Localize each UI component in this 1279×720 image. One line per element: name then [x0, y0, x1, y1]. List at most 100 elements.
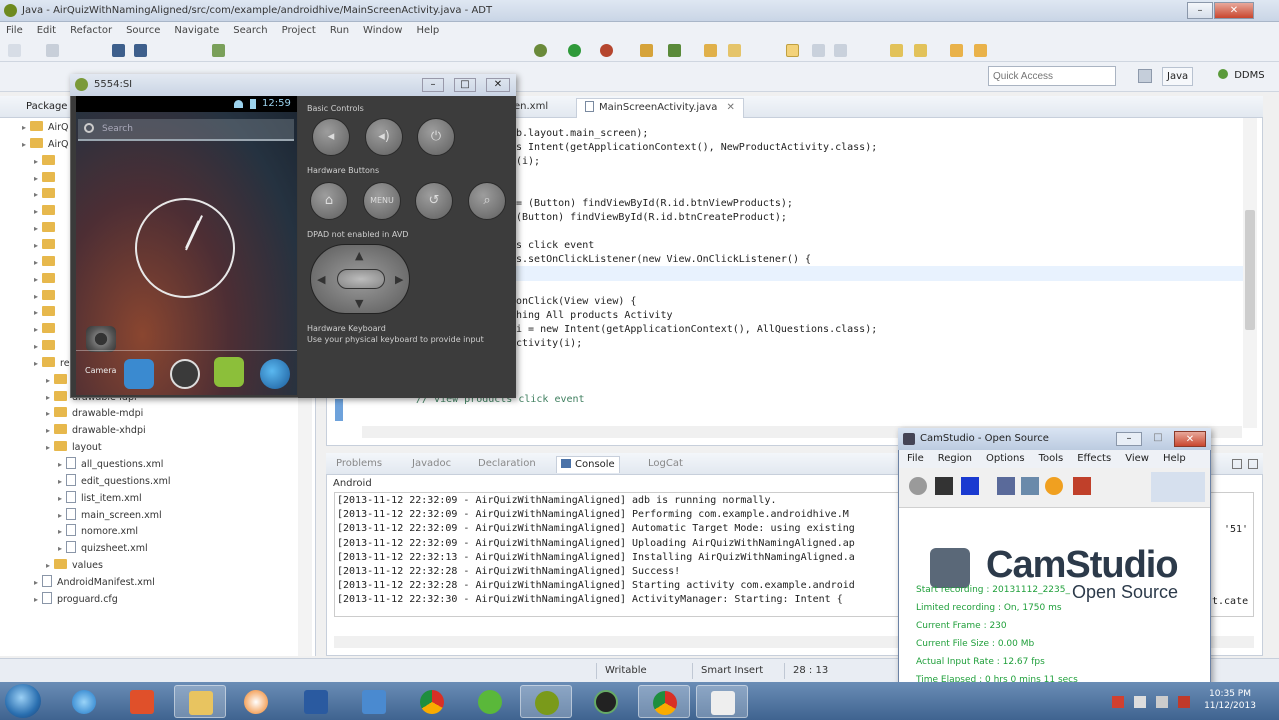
stop-icon[interactable] [961, 477, 979, 495]
tree-toggle-icon[interactable]: ▸ [34, 289, 42, 305]
dpad-center-button[interactable] [337, 269, 385, 289]
tree-toggle-icon[interactable]: ▸ [46, 440, 54, 456]
tree-row[interactable]: ▸ layout [46, 440, 102, 456]
tree-toggle-icon[interactable]: ▸ [34, 272, 42, 288]
tree-row[interactable]: ▸ [34, 171, 60, 187]
run-icon[interactable] [568, 44, 581, 57]
tree-toggle-icon[interactable]: ▸ [34, 221, 42, 237]
tree-toggle-icon[interactable]: ▸ [58, 524, 66, 540]
dpad-up-icon[interactable]: ▲ [355, 249, 363, 262]
taskbar-network[interactable] [348, 685, 400, 718]
tree-row[interactable]: ▸ quizsheet.xml [58, 541, 148, 557]
cam-menu-view[interactable]: View [1125, 450, 1149, 468]
tree-toggle-icon[interactable]: ▸ [46, 406, 54, 422]
menu-source[interactable]: Source [126, 22, 160, 40]
tree-row[interactable]: ▸ [34, 221, 60, 237]
tree-toggle-icon[interactable]: ▸ [34, 322, 42, 338]
camera-icon[interactable] [86, 326, 116, 352]
export-icon[interactable] [134, 44, 147, 57]
minimize-button[interactable]: – [1187, 2, 1213, 19]
whitespace-icon[interactable] [834, 44, 847, 57]
pencil-icon[interactable] [728, 44, 741, 57]
contacts-icon[interactable] [124, 359, 154, 389]
tree-row[interactable]: ▸ edit_questions.xml [58, 473, 171, 490]
system-clock[interactable]: 10:35 PM 11/12/2013 [1200, 688, 1260, 712]
open-perspective-icon[interactable] [1138, 69, 1152, 83]
dpad-left-icon[interactable]: ◀ [317, 273, 325, 286]
close-tab-icon[interactable]: ✕ [727, 102, 735, 113]
tree-row[interactable]: ▸ [34, 272, 60, 288]
menu-run[interactable]: Run [330, 22, 349, 40]
tray-volume-icon[interactable] [1156, 696, 1168, 708]
dpad-control[interactable]: ▲ ▼ ◀ ▶ [310, 244, 410, 314]
next-annotation-icon[interactable] [890, 44, 903, 57]
tree-toggle-icon[interactable]: ▸ [46, 558, 54, 574]
cam-menu-options[interactable]: Options [986, 450, 1025, 468]
messaging-icon[interactable] [214, 357, 244, 387]
tree-row[interactable]: ▸ AndroidManifest.xml [34, 574, 155, 591]
tree-row[interactable]: ▸ [34, 289, 60, 305]
annotation-icon[interactable] [1021, 477, 1039, 495]
tree-toggle-icon[interactable]: ▸ [34, 356, 42, 372]
tree-toggle-icon[interactable]: ▸ [34, 154, 42, 170]
cam-menu-effects[interactable]: Effects [1077, 450, 1111, 468]
tree-toggle-icon[interactable]: ▸ [58, 457, 66, 473]
block-selection-icon[interactable] [812, 44, 825, 57]
tray-camstudio-icon[interactable] [1178, 696, 1190, 708]
menu-file[interactable]: File [6, 22, 23, 40]
prev-annotation-icon[interactable] [914, 44, 927, 57]
menu-refactor[interactable]: Refactor [70, 22, 112, 40]
emulator-minimize-button[interactable]: – [422, 78, 444, 92]
tab-main-screen-activity[interactable]: MainScreenActivity.java ✕ [576, 98, 744, 118]
tree-row[interactable]: ▸ all_questions.xml [58, 457, 163, 473]
taskbar-eclipse[interactable] [520, 685, 572, 718]
menu-project[interactable]: Project [282, 22, 316, 40]
console-minimize-icon[interactable] [1232, 459, 1242, 469]
menu-help[interactable]: Help [416, 22, 439, 40]
tab-console[interactable]: Console [556, 456, 620, 473]
tree-toggle-icon[interactable]: ▸ [46, 373, 54, 389]
tree-toggle-icon[interactable]: ▸ [46, 423, 54, 439]
tree-toggle-icon[interactable]: ▸ [34, 305, 42, 321]
tree-row[interactable]: ▸ AirQ [22, 137, 69, 153]
menu-window[interactable]: Window [363, 22, 402, 40]
back-button[interactable]: ↺ [415, 182, 453, 220]
cam-menu-region[interactable]: Region [938, 450, 972, 468]
back-icon[interactable] [950, 44, 963, 57]
volume-up-button[interactable]: ◂) [365, 118, 403, 156]
tray-network-icon[interactable] [1134, 696, 1146, 708]
tree-toggle-icon[interactable]: ▸ [58, 474, 66, 490]
tree-row[interactable]: ▸ drawable-xhdpi [46, 423, 146, 439]
tree-toggle-icon[interactable]: ▸ [34, 171, 42, 187]
tree-row[interactable]: ▸ list_item.xml [58, 490, 142, 507]
mark-occurrences-icon[interactable] [786, 44, 799, 57]
tree-row[interactable]: ▸ [34, 238, 60, 254]
perspective-java[interactable]: Java [1162, 67, 1194, 86]
tree-row[interactable]: ▸ [34, 339, 60, 355]
cam-menu-help[interactable]: Help [1163, 450, 1186, 468]
tree-toggle-icon[interactable]: ▸ [34, 339, 42, 355]
emulator-close-button[interactable]: ✕ [486, 78, 510, 92]
power-button[interactable]: ⏻ [417, 118, 455, 156]
code-area[interactable]: b.layout.main_screen); s Intent(getApplic… [416, 127, 1236, 427]
tab-logcat[interactable]: LogCat [644, 456, 687, 472]
tree-toggle-icon[interactable]: ▸ [34, 187, 42, 203]
camstudio-maximize-button[interactable]: □ [1148, 432, 1168, 446]
camstudio-minimize-button[interactable]: – [1116, 432, 1142, 446]
home-button[interactable]: ⌂ [310, 182, 348, 220]
tree-toggle-icon[interactable]: ▸ [34, 255, 42, 271]
taskbar-chrome[interactable] [406, 685, 458, 718]
taskbar-mail[interactable] [290, 685, 342, 718]
debug-icon[interactable] [534, 44, 547, 57]
tree-row[interactable]: ▸ [34, 154, 60, 170]
taskbar-xmind[interactable] [116, 685, 168, 718]
forward-icon[interactable] [974, 44, 987, 57]
folder-icon[interactable] [704, 44, 717, 57]
dpad-down-icon[interactable]: ▼ [355, 297, 363, 310]
taskbar-camstudio[interactable] [696, 685, 748, 718]
tree-row[interactable]: ▸ [34, 204, 60, 220]
tree-row[interactable]: ▸ nomore.xml [58, 524, 138, 540]
tree-toggle-icon[interactable]: ▸ [34, 238, 42, 254]
close-button[interactable]: ✕ [1214, 2, 1254, 19]
record-icon[interactable] [909, 477, 927, 495]
